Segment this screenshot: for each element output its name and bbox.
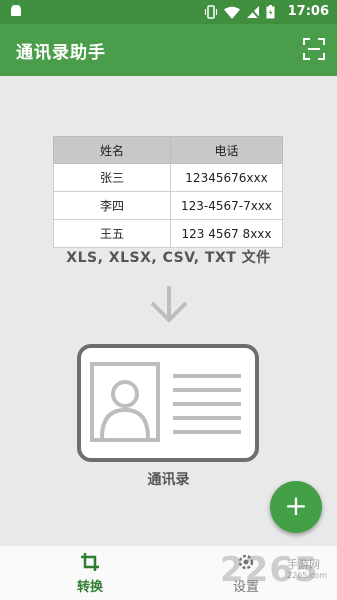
vibrate-icon [204, 5, 218, 19]
table-cell-phone: 123-4567-7xxx [170, 191, 283, 220]
table-header-row: 姓名 电话 [53, 136, 283, 164]
crop-icon [81, 553, 99, 571]
signal-icon [247, 5, 260, 19]
table-row: 王五 123 4567 8xxx [53, 219, 283, 248]
nav-convert-label: 转换 [76, 580, 103, 595]
table-cell-phone: 12345676xxx [170, 163, 283, 192]
table-cell-name: 王五 [53, 219, 171, 248]
scan-icon[interactable] [303, 38, 325, 60]
table-cell-name: 李四 [53, 191, 171, 220]
status-time: 17:06 [287, 4, 329, 19]
table-header-name: 姓名 [53, 136, 171, 164]
android-icon [11, 4, 21, 16]
supported-formats-text: XLS, XLSX, CSV, TXT 文件 [66, 250, 271, 266]
app-bar: 通讯录助手 [0, 24, 337, 76]
table-cell-name: 张三 [53, 163, 171, 192]
battery-icon [266, 5, 275, 19]
watermark-url: 2265.com [287, 571, 327, 580]
table-row: 张三 12345676xxx [53, 163, 283, 192]
nav-item-convert[interactable]: 转换 [50, 552, 130, 595]
arrow-down-icon [150, 286, 188, 323]
status-bar: 17:06 [0, 0, 337, 24]
status-icons [204, 5, 275, 19]
sample-table: 姓名 电话 张三 12345676xxx 李四 123-4567-7xxx 王五… [53, 136, 283, 248]
wifi-icon [224, 6, 240, 19]
contact-card-icon [77, 344, 259, 462]
add-button[interactable]: + [270, 481, 322, 533]
table-cell-phone: 123 4567 8xxx [170, 219, 283, 248]
table-header-phone: 电话 [170, 136, 283, 164]
watermark-site: 手游网 [287, 558, 320, 571]
app-title: 通讯录助手 [16, 43, 106, 63]
main-content: 姓名 电话 张三 12345676xxx 李四 123-4567-7xxx 王五… [0, 76, 337, 546]
table-row: 李四 123-4567-7xxx [53, 191, 283, 220]
